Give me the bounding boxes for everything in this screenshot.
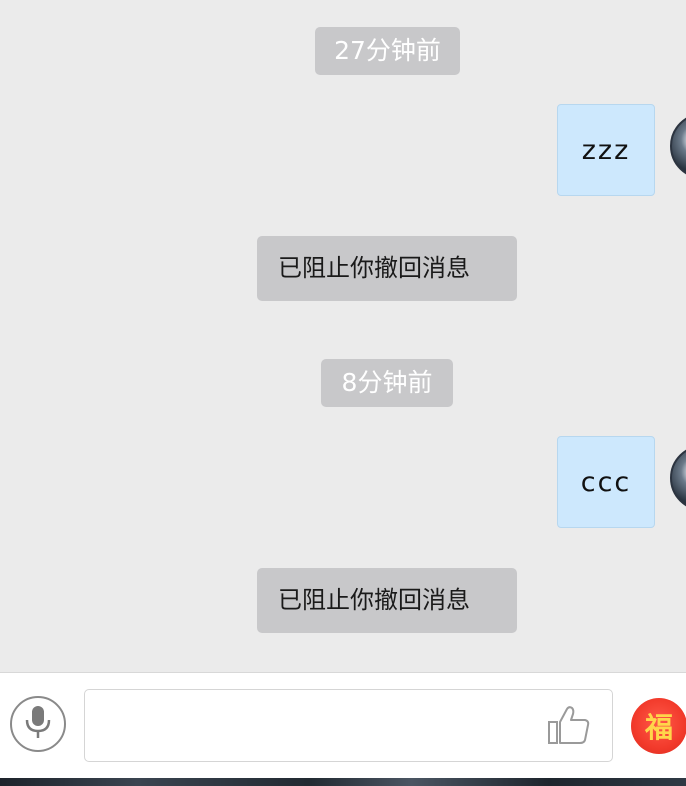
- message-input-bar: 福: [0, 672, 686, 778]
- message-text-input[interactable]: [84, 689, 613, 762]
- timestamp-label: 8分钟前: [321, 359, 453, 407]
- system-notice: 已阻止你撤回消息: [257, 236, 517, 301]
- fu-red-packet-button[interactable]: 福: [631, 698, 686, 754]
- timestamp-label: 27分钟前: [315, 27, 460, 75]
- outgoing-message-bubble[interactable]: zzz: [557, 104, 655, 196]
- microphone-icon: [24, 705, 52, 743]
- thumbs-up-icon: [547, 705, 591, 749]
- like-button[interactable]: [546, 705, 592, 749]
- avatar[interactable]: [670, 113, 686, 179]
- keyboard-background-strip: [0, 778, 686, 786]
- voice-input-button[interactable]: [10, 696, 66, 752]
- outgoing-message-bubble[interactable]: ccc: [557, 436, 655, 528]
- message-text: ccc: [580, 466, 632, 498]
- avatar[interactable]: [670, 445, 686, 511]
- chat-message-list[interactable]: 27分钟前 zzz 已阻止你撤回消息 8分钟前 ccc 已阻止你撤回消息: [0, 0, 686, 672]
- message-text: zzz: [581, 134, 631, 166]
- system-notice: 已阻止你撤回消息: [257, 568, 517, 633]
- fu-label: 福: [644, 711, 673, 744]
